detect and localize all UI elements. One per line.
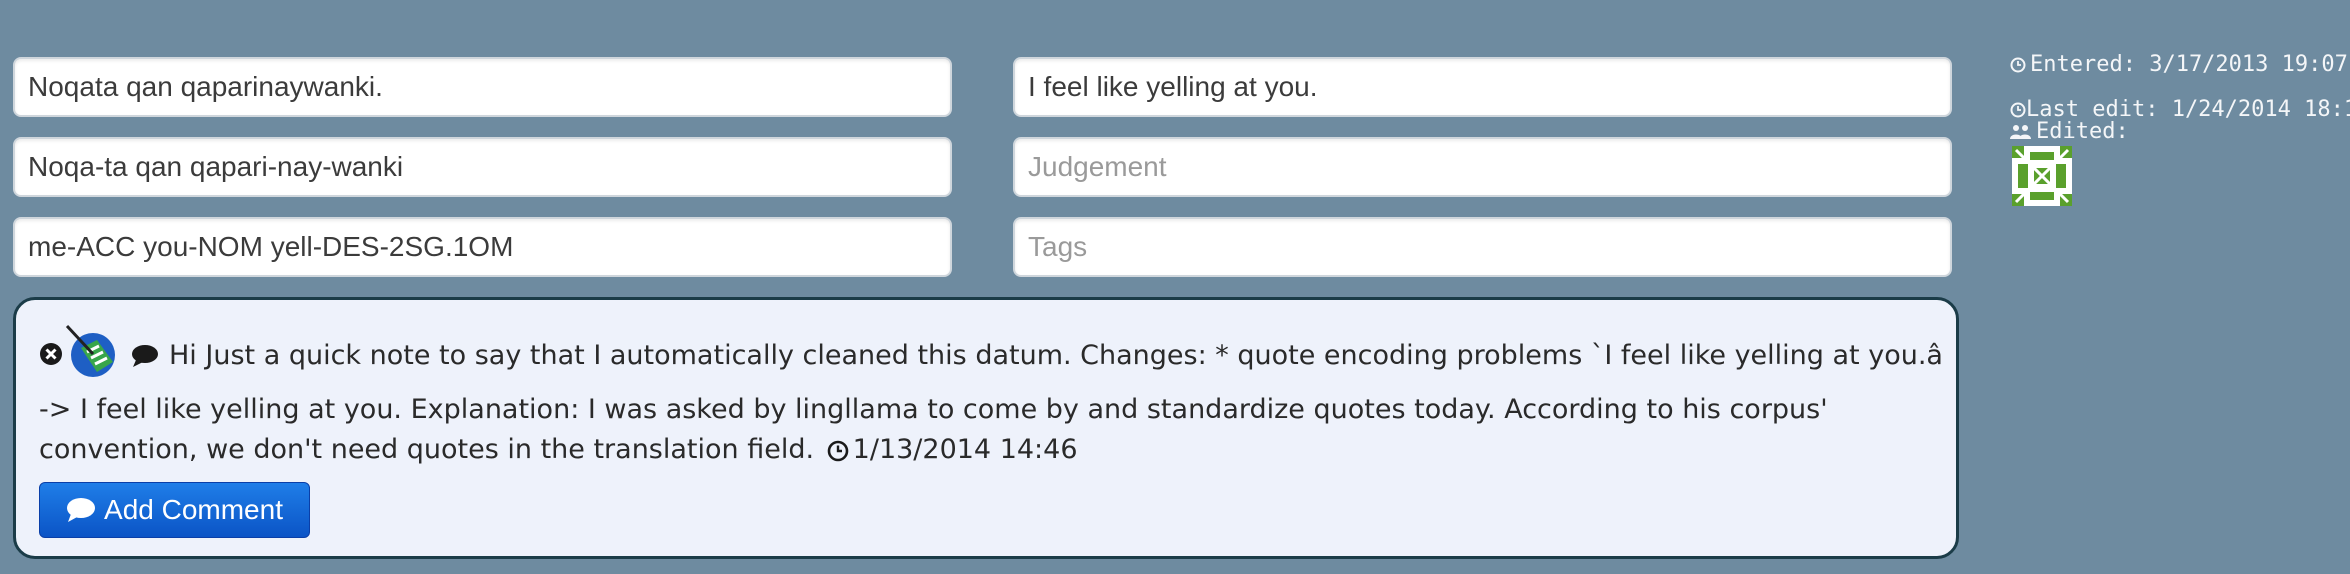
- tags-field[interactable]: [1013, 217, 1952, 277]
- commenter-avatar: [63, 324, 119, 390]
- add-comment-button[interactable]: Add Comment: [39, 482, 310, 538]
- editor-avatar: [2012, 146, 2072, 206]
- comment-icon: [66, 497, 96, 523]
- comments-panel: Hi Just a quick note to say that I autom…: [13, 297, 1959, 559]
- remove-icon[interactable]: [39, 338, 63, 378]
- comment-item: Hi Just a quick note to say that I autom…: [39, 324, 1944, 474]
- translation-field[interactable]: [1013, 57, 1952, 117]
- morphemes-field[interactable]: [13, 137, 952, 197]
- judgement-field[interactable]: [1013, 137, 1952, 197]
- entered-text: Entered: 3/17/2013 19:07: [2030, 52, 2348, 77]
- clock-icon: [827, 434, 849, 474]
- entered-meta: Entered: 3/17/2013 19:07: [2010, 52, 2348, 79]
- utterance-field[interactable]: [13, 57, 952, 117]
- comment-icon: [131, 340, 159, 380]
- edited-meta: Edited:: [2010, 119, 2129, 146]
- users-icon: [2010, 121, 2032, 146]
- add-comment-label: Add Comment: [104, 494, 283, 525]
- gloss-field[interactable]: [13, 217, 952, 277]
- comment-timestamp: 1/13/2014 14:46: [852, 434, 1078, 465]
- clock-icon: [2010, 54, 2026, 79]
- edited-label: Edited:: [2036, 119, 2129, 144]
